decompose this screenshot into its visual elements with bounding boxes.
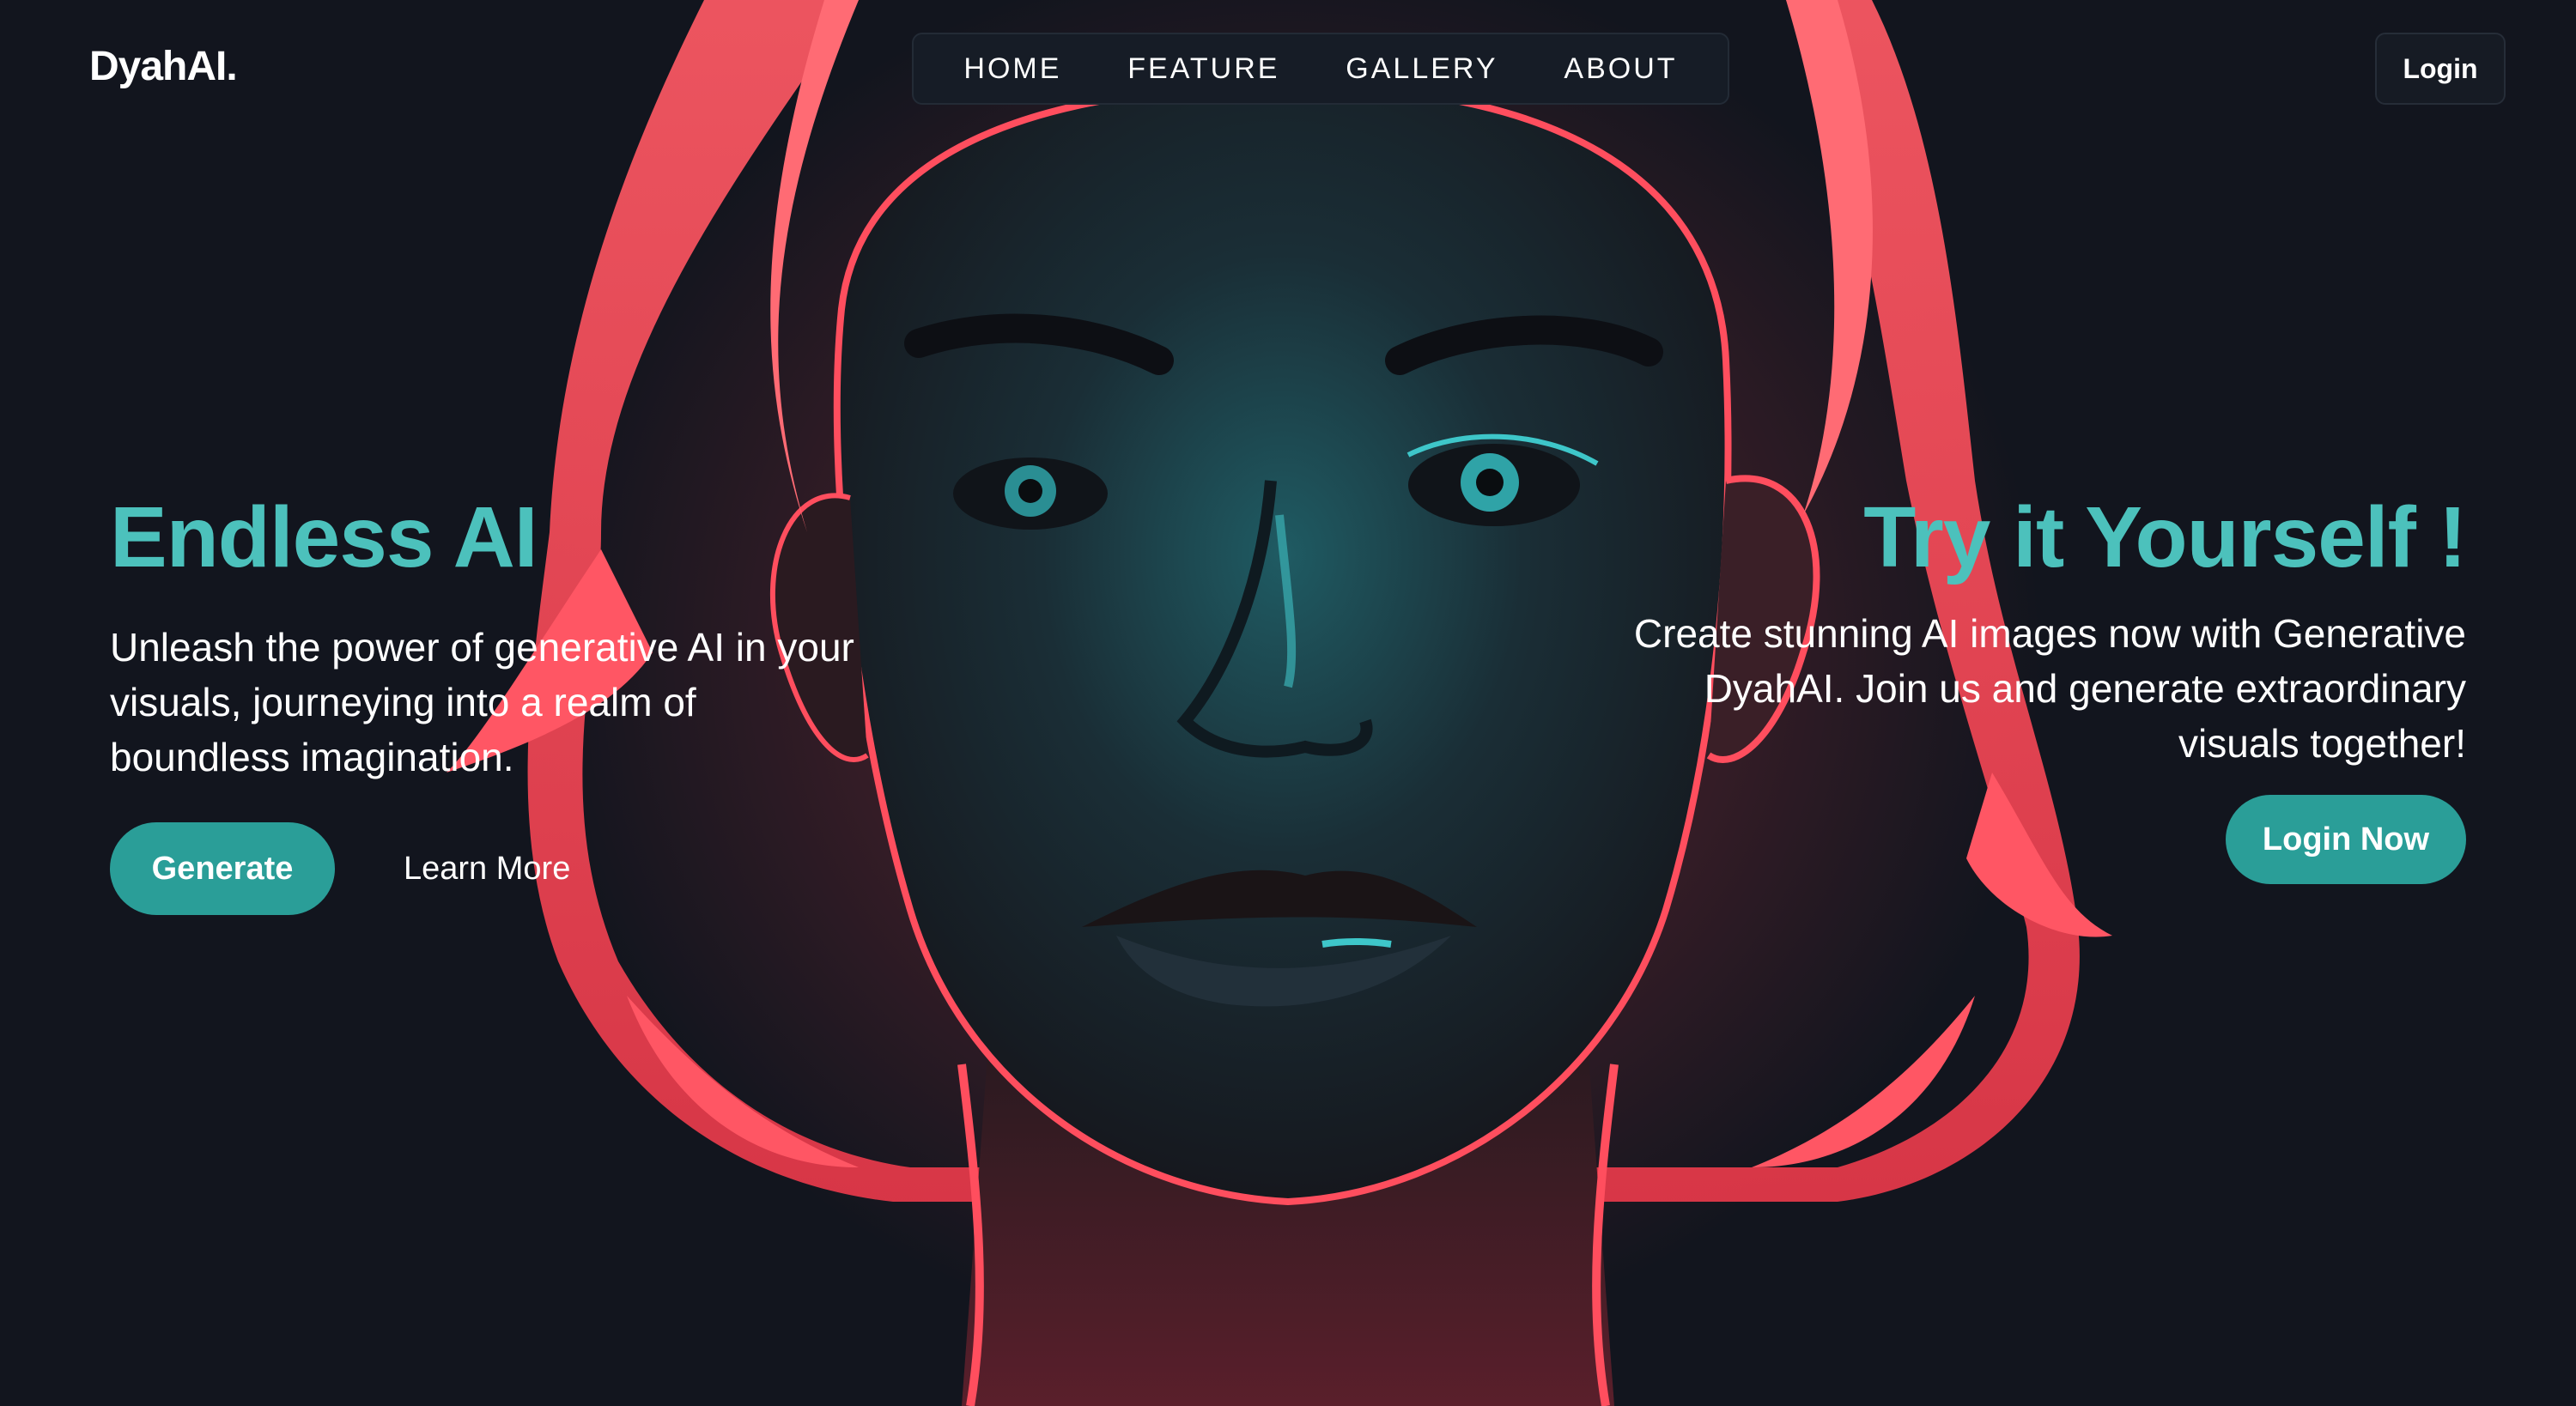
nav-item-feature[interactable]: FEATURE (1127, 52, 1279, 86)
hero-left-description: Unleash the power of generative AI in yo… (110, 625, 854, 779)
hero-left-actions: Generate Learn More (110, 822, 570, 915)
hero-left-section: Endless AI Unleash the power of generati… (110, 486, 883, 785)
generate-button[interactable]: Generate (110, 822, 335, 915)
landing-page: DyahAI. HOME FEATURE GALLERY ABOUT Login… (0, 0, 2576, 1406)
learn-more-link[interactable]: Learn More (404, 851, 570, 888)
login-now-button[interactable]: Login Now (2226, 795, 2466, 884)
main-navigation: HOME FEATURE GALLERY ABOUT (912, 33, 1729, 105)
hero-left-title: Endless AI (110, 489, 538, 585)
brand-logo[interactable]: DyahAI. (89, 43, 238, 90)
hero-right-title: Try it Yourself ! (1863, 489, 2467, 585)
nav-item-gallery[interactable]: GALLERY (1346, 52, 1498, 86)
nav-item-about[interactable]: ABOUT (1564, 52, 1677, 86)
hero-right-section: Try it Yourself ! Create stunning AI ima… (1607, 486, 2467, 771)
nav-item-home[interactable]: HOME (963, 52, 1061, 86)
login-button[interactable]: Login (2375, 33, 2506, 105)
hero-right-description: Create stunning AI images now with Gener… (1633, 611, 2466, 766)
